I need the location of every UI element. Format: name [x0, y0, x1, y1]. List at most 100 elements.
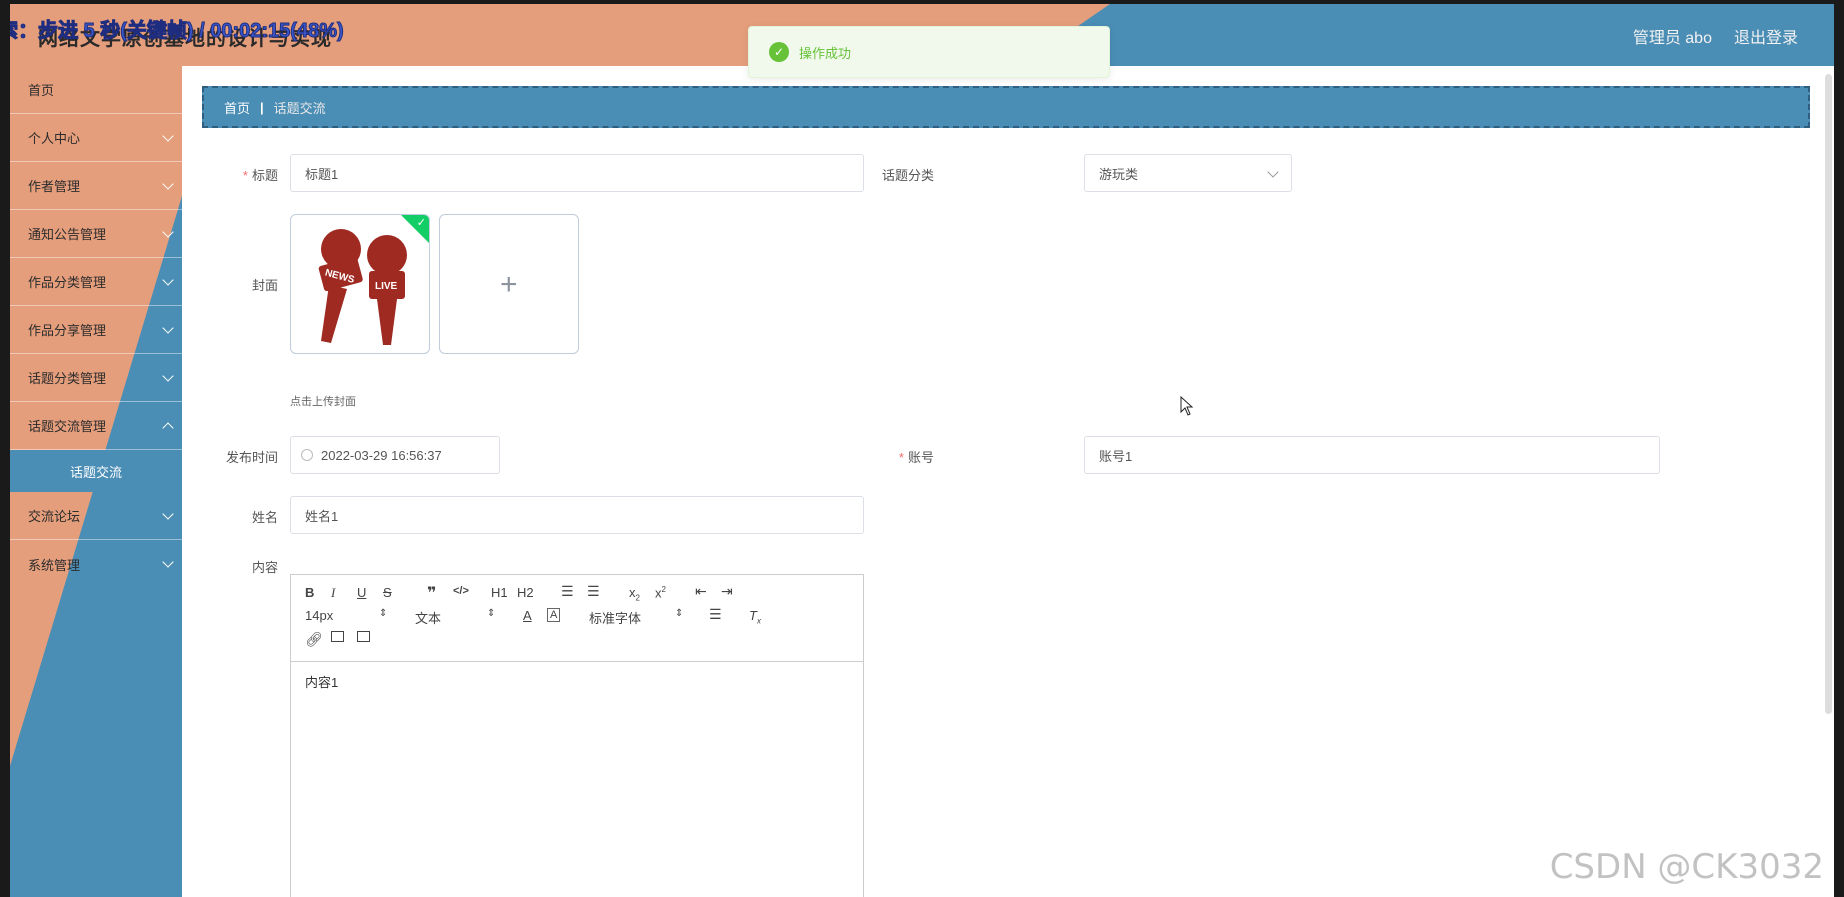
sidebar-item-author-management[interactable]: 作者管理: [10, 162, 182, 210]
breadcrumb-home[interactable]: 首页: [224, 98, 250, 117]
logout-button[interactable]: 退出登录: [1734, 24, 1798, 48]
header-user-area: 管理员 abo 退出登录: [1633, 24, 1798, 48]
sidebar-item-notice-management[interactable]: 通知公告管理: [10, 210, 182, 258]
background-color-icon[interactable]: A: [547, 608, 561, 622]
watermark: CSDN @CK3032: [1549, 847, 1824, 887]
sidebar-subitem-topic-exchange[interactable]: 话题交流: [10, 450, 182, 492]
page-scrollbar[interactable]: [1822, 66, 1834, 756]
chevron-up-icon: [162, 421, 174, 434]
heading-select[interactable]: 文本: [415, 608, 441, 627]
breadcrumb-current: 话题交流: [273, 100, 326, 116]
title-label: 标题: [251, 168, 278, 183]
bold-icon[interactable]: B: [305, 585, 314, 600]
underline-icon[interactable]: U: [357, 585, 366, 600]
font-size-select[interactable]: 14px: [305, 608, 333, 623]
video-overlay-text: 索：步进 5 秒(关键帧) / 00:02:15(48%): [10, 20, 344, 43]
title-input[interactable]: 标题1: [290, 154, 864, 192]
chevron-down-icon: [162, 507, 174, 520]
name-input[interactable]: 姓名1: [290, 496, 864, 534]
toast-message: 操作成功: [799, 45, 852, 61]
cover-image-thumbnail[interactable]: NEWS LIVE ✓: [290, 214, 430, 354]
chevron-updown-icon: ⇕: [675, 608, 684, 619]
chevron-down-icon: [162, 556, 174, 568]
sidebar-item-forum[interactable]: 交流论坛: [10, 492, 182, 540]
chevron-down-icon: [162, 129, 174, 142]
chevron-down-icon: [162, 273, 174, 286]
editor-content-area[interactable]: 内容1: [291, 662, 863, 701]
sidebar-item-work-category-management[interactable]: 作品分类管理: [10, 258, 182, 306]
publish-time-label: 发布时间: [225, 450, 278, 465]
outdent-icon[interactable]: ⇤: [695, 583, 707, 600]
cover-upload-button[interactable]: +: [439, 214, 579, 354]
content-label: 内容: [251, 560, 278, 575]
clear-format-icon[interactable]: Tx: [749, 608, 761, 626]
image-icon[interactable]: [331, 631, 344, 642]
sidebar-item-label: 交流论坛: [28, 509, 81, 524]
subscript-icon[interactable]: x2: [629, 585, 640, 603]
ordered-list-icon[interactable]: ☰: [561, 583, 574, 600]
align-icon[interactable]: ☰: [709, 606, 722, 623]
plus-icon: +: [500, 268, 518, 301]
strikethrough-icon[interactable]: S: [383, 585, 392, 600]
account-label: 账号: [907, 450, 934, 465]
sidebar-item-label: 系统管理: [28, 557, 81, 573]
font-color-icon[interactable]: A: [523, 608, 532, 623]
italic-icon[interactable]: I: [331, 585, 335, 601]
category-label: 话题分类: [881, 168, 934, 183]
name-label: 姓名: [251, 510, 278, 525]
account-input[interactable]: 账号1: [1084, 436, 1660, 474]
blockquote-icon[interactable]: ❞: [427, 583, 436, 603]
sidebar-item-label: 个人中心: [28, 131, 81, 146]
scrollbar-thumb[interactable]: [1825, 74, 1832, 714]
bullet-list-icon[interactable]: ☰: [587, 583, 600, 600]
news-microphone-image: NEWS LIVE: [318, 229, 407, 345]
publish-time-value: 2022-03-29 16:56:37: [321, 447, 442, 463]
chevron-down-icon: [162, 369, 174, 382]
sidebar-item-personal-center[interactable]: 个人中心: [10, 114, 182, 162]
required-mark: *: [898, 450, 904, 465]
sidebar-item-label: 通知公告管理: [28, 227, 107, 242]
chevron-down-icon: [162, 225, 174, 238]
breadcrumb: 首页 | 话题交流: [202, 86, 1810, 128]
svg-text:LIVE: LIVE: [375, 281, 398, 292]
sidebar-item-topic-exchange-management[interactable]: 话题交流管理: [10, 402, 182, 450]
app-window: 网络文学原创基地的设计与实现 索：步进 5 秒(关键帧) / 00:02:15(…: [10, 4, 1834, 897]
cover-upload-hint: 点击上传封面: [290, 396, 356, 408]
sidebar-item-label: 话题交流管理: [28, 419, 107, 434]
sidebar-item-label: 作者管理: [28, 179, 81, 194]
success-toast: ✓ 操作成功: [748, 26, 1110, 78]
video-icon[interactable]: [357, 631, 370, 642]
sidebar-item-label: 作品分类管理: [28, 275, 107, 290]
sidebar-menu: 首页 个人中心 作者管理 通知公告管理 作品分类管理 作品分享管理 话题分类管理…: [10, 66, 182, 588]
sidebar-item-system-management[interactable]: 系统管理: [10, 540, 182, 588]
chevron-updown-icon: ⇕: [487, 608, 496, 619]
chevron-updown-icon: ⇕: [379, 608, 388, 619]
indent-icon[interactable]: ⇥: [721, 583, 733, 600]
sidebar-item-work-share-management[interactable]: 作品分享管理: [10, 306, 182, 354]
publish-time-picker[interactable]: 2022-03-29 16:56:37: [290, 436, 500, 474]
heading2-icon[interactable]: H2: [517, 585, 534, 600]
sidebar-item-label: 作品分享管理: [28, 323, 107, 338]
sidebar-item-topic-category-management[interactable]: 话题分类管理: [10, 354, 182, 402]
sidebar: 首页 个人中心 作者管理 通知公告管理 作品分类管理 作品分享管理 话题分类管理…: [10, 66, 182, 897]
heading1-icon[interactable]: H1: [491, 585, 508, 600]
account-label-wrap: * 账号: [844, 447, 934, 466]
clock-icon: [301, 449, 313, 461]
font-family-select[interactable]: 标准字体: [589, 608, 641, 627]
rich-text-editor: B I U S ❞ </> H1 H2 ☰ ☰ x2 x2 ⇤ ⇥ 14px ⇕…: [290, 574, 864, 897]
link-icon[interactable]: 🔗︎: [305, 631, 323, 648]
required-mark: *: [242, 168, 248, 183]
screen-frame: 网络文学原创基地的设计与实现 索：步进 5 秒(关键帧) / 00:02:15(…: [0, 0, 1844, 897]
user-label: 管理员 abo: [1632, 30, 1712, 47]
check-circle-icon: ✓: [769, 42, 789, 62]
editor-toolbar: B I U S ❞ </> H1 H2 ☰ ☰ x2 x2 ⇤ ⇥ 14px ⇕…: [291, 575, 863, 662]
sidebar-item-label: 首页: [28, 83, 55, 98]
chevron-down-icon: [1267, 166, 1279, 178]
category-select-value: 游玩类: [1099, 166, 1139, 182]
check-icon: ✓: [416, 217, 426, 229]
superscript-icon[interactable]: x2: [655, 585, 666, 600]
sidebar-item-home[interactable]: 首页: [10, 66, 182, 114]
category-select[interactable]: 游玩类: [1084, 154, 1292, 192]
code-block-icon[interactable]: </>: [453, 585, 469, 597]
chevron-down-icon: [162, 321, 174, 334]
